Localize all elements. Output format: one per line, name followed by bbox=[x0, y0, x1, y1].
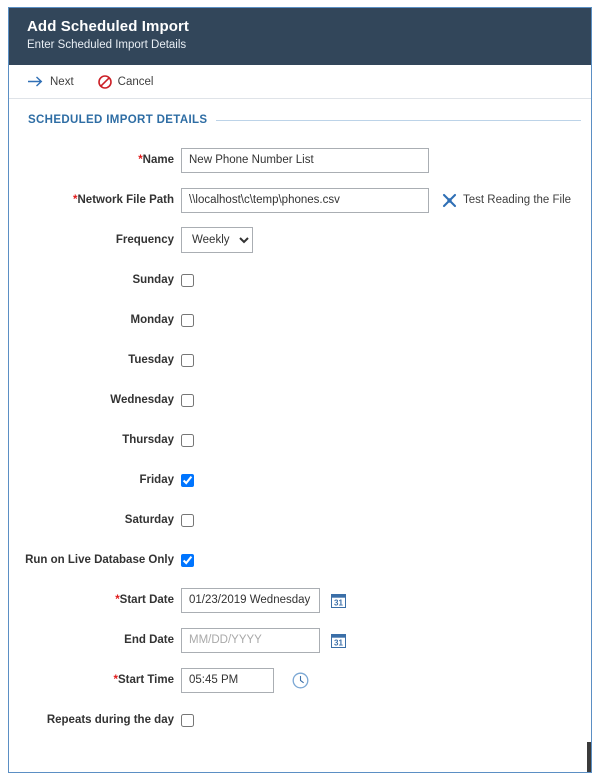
repeats-during-the-day-label: Repeats during the day bbox=[46, 714, 174, 726]
page-subtitle: Enter Scheduled Import Details bbox=[27, 39, 187, 51]
form-row-end-date: End Date 31 bbox=[9, 620, 591, 660]
frequency-label: Frequency bbox=[115, 234, 174, 246]
form-row-monday: Monday bbox=[9, 300, 591, 340]
resize-grip[interactable] bbox=[587, 742, 591, 772]
form-row-start-time: *Start Time bbox=[9, 660, 591, 700]
start-time-label: *Start Time bbox=[113, 674, 174, 686]
saturday-label: Saturday bbox=[124, 514, 174, 526]
arrow-right-icon bbox=[28, 75, 44, 88]
repeats-during-the-day-checkbox[interactable] bbox=[181, 713, 194, 727]
form-row-network-file-path: *Network File Path Test Reading the File bbox=[9, 180, 591, 220]
tuesday-checkbox[interactable] bbox=[181, 353, 194, 367]
section-title: SCHEDULED IMPORT DETAILS bbox=[28, 114, 208, 126]
sunday-checkbox[interactable] bbox=[181, 273, 194, 287]
tools-icon bbox=[442, 193, 457, 208]
form-row-live_db: Run on Live Database Only bbox=[9, 540, 591, 580]
cancel-button[interactable]: Cancel bbox=[97, 74, 154, 89]
friday-checkbox[interactable] bbox=[181, 473, 194, 487]
form-row-friday: Friday bbox=[9, 460, 591, 500]
form-row-wednesday: Wednesday bbox=[9, 380, 591, 420]
live_db-label: Run on Live Database Only bbox=[25, 554, 174, 566]
thursday-checkbox[interactable] bbox=[181, 433, 194, 447]
form-row-repeats-during-the-day: Repeats during the day bbox=[9, 700, 591, 740]
scheduled-import-form: *Name *Network File Path Test Reading th… bbox=[9, 140, 591, 740]
form-row-name: *Name bbox=[9, 140, 591, 180]
wednesday-checkbox[interactable] bbox=[181, 393, 194, 407]
saturday-checkbox[interactable] bbox=[181, 513, 194, 527]
name-label: *Name bbox=[138, 154, 174, 166]
next-button-label: Next bbox=[50, 75, 74, 88]
start-time-input[interactable] bbox=[181, 667, 274, 693]
window-titlebar: Add Scheduled Import Enter Scheduled Imp… bbox=[9, 8, 591, 65]
live_db-checkbox[interactable] bbox=[181, 553, 194, 567]
start-date-calendar-icon[interactable]: 31 bbox=[320, 593, 346, 608]
form-row-thursday: Thursday bbox=[9, 420, 591, 460]
clock-icon[interactable] bbox=[274, 672, 309, 689]
page-title: Add Scheduled Import bbox=[27, 18, 190, 35]
form-row-saturday: Saturday bbox=[9, 500, 591, 540]
start-date-label: *Start Date bbox=[115, 594, 174, 606]
cancel-button-label: Cancel bbox=[117, 75, 154, 88]
thursday-label: Thursday bbox=[122, 434, 174, 446]
network-file-path-input[interactable] bbox=[181, 187, 429, 213]
tuesday-label: Tuesday bbox=[128, 354, 174, 366]
test-reading-the-file-label: Test Reading the File bbox=[463, 194, 572, 206]
section-divider bbox=[216, 119, 581, 121]
toolbar: Next Cancel bbox=[9, 65, 591, 99]
add-scheduled-import-window: Add Scheduled Import Enter Scheduled Imp… bbox=[8, 7, 592, 773]
no-entry-icon bbox=[97, 74, 112, 89]
network-file-path-label: *Network File Path bbox=[73, 194, 174, 206]
start-date-input[interactable] bbox=[181, 587, 320, 613]
monday-label: Monday bbox=[130, 314, 174, 326]
form-row-frequency: Frequency Weekly bbox=[9, 220, 591, 260]
friday-label: Friday bbox=[139, 474, 174, 486]
test-reading-the-file-button[interactable]: Test Reading the File bbox=[442, 193, 571, 208]
frequency-select[interactable]: Weekly bbox=[181, 227, 253, 253]
form-row-tuesday: Tuesday bbox=[9, 340, 591, 380]
section-header: SCHEDULED IMPORT DETAILS bbox=[28, 114, 581, 126]
sunday-label: Sunday bbox=[132, 274, 174, 286]
end-date-label: End Date bbox=[124, 634, 174, 646]
svg-text:31: 31 bbox=[334, 638, 343, 647]
form-row-start-date: *Start Date 31 bbox=[9, 580, 591, 620]
day-checkbox-list: Sunday Monday Tuesday Wednesday Thursday Frid… bbox=[9, 260, 591, 580]
monday-checkbox[interactable] bbox=[181, 313, 194, 327]
end-date-calendar-icon[interactable]: 31 bbox=[320, 633, 346, 648]
wednesday-label: Wednesday bbox=[110, 394, 174, 406]
next-button[interactable]: Next bbox=[28, 75, 74, 88]
form-row-sunday: Sunday bbox=[9, 260, 591, 300]
name-input[interactable] bbox=[181, 147, 429, 173]
svg-text:31: 31 bbox=[334, 598, 343, 607]
end-date-input[interactable] bbox=[181, 627, 320, 653]
